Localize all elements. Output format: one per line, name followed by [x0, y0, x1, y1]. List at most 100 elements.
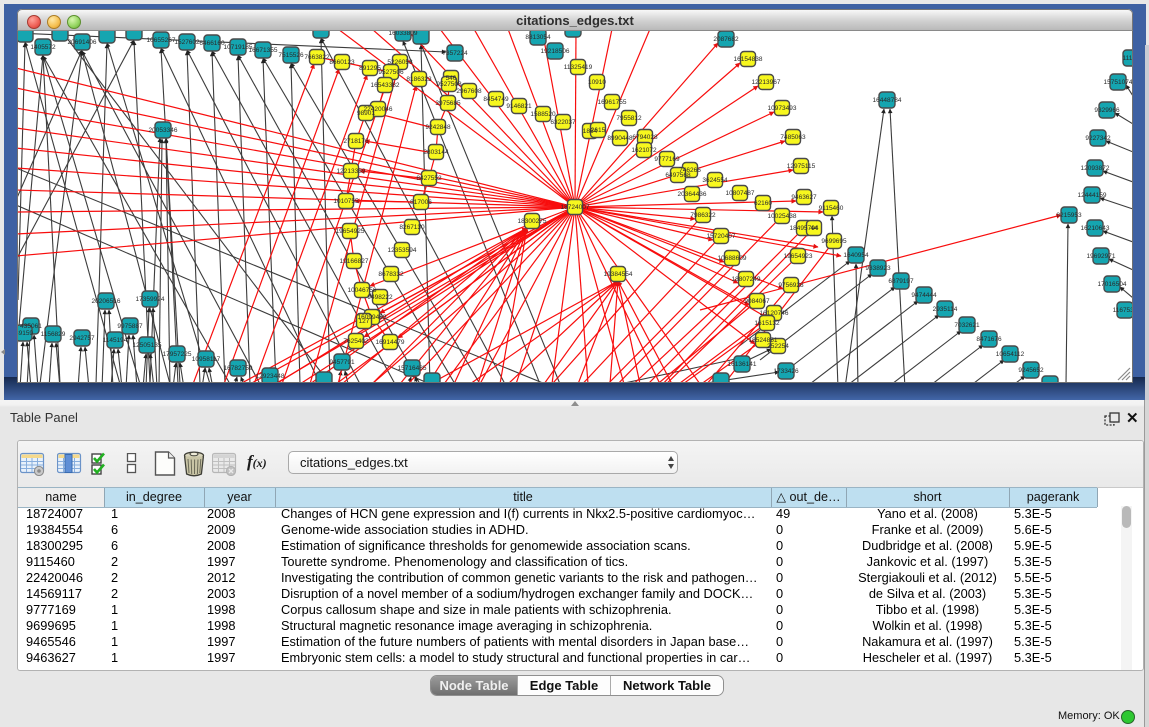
svg-text:8678332: 8678332 [378, 271, 404, 278]
svg-text:17359924: 17359924 [136, 296, 165, 303]
svg-text:9463627: 9463627 [791, 194, 817, 201]
svg-text:2087682: 2087682 [713, 36, 739, 43]
svg-text:7625402: 7625402 [343, 338, 369, 345]
svg-text:20053346: 20053346 [149, 127, 178, 134]
svg-text:19384554: 19384554 [604, 271, 633, 278]
svg-text:17957225: 17957225 [163, 351, 192, 358]
svg-text:12975115: 12975115 [787, 163, 816, 170]
svg-text:1615132: 1615132 [754, 320, 780, 327]
svg-text:9227342: 9227342 [1085, 135, 1111, 142]
svg-text:44: 44 [810, 225, 818, 232]
svg-text:6794028: 6794028 [632, 134, 658, 141]
svg-text:20206516: 20206516 [92, 298, 121, 305]
svg-text:3975685: 3975685 [435, 100, 461, 107]
svg-text:7986322: 7986322 [690, 212, 716, 219]
svg-text:8186323: 8186323 [406, 76, 432, 83]
svg-text:9329966: 9329966 [1094, 107, 1120, 114]
svg-text:12923448: 12923448 [256, 373, 285, 380]
svg-text:6322037: 6322037 [550, 119, 576, 126]
svg-text:127: 127 [359, 318, 370, 325]
svg-text:9457791: 9457791 [329, 359, 355, 366]
svg-text:9777169: 9777169 [654, 156, 680, 163]
svg-text:1621072: 1621072 [631, 147, 657, 154]
svg-text:12213389: 12213389 [337, 168, 366, 175]
svg-text:7955812: 7955812 [616, 115, 642, 122]
svg-text:19218506: 19218506 [541, 48, 570, 55]
svg-text:9756928: 9756928 [778, 282, 804, 289]
svg-text:10807487: 10807487 [726, 190, 755, 197]
svg-text:16448784: 16448784 [873, 97, 902, 104]
svg-text:7357224: 7357224 [442, 50, 468, 57]
svg-text:39159: 39159 [18, 330, 33, 337]
svg-text:1156829: 1156829 [41, 331, 66, 338]
svg-text:1733426: 1733426 [773, 368, 799, 375]
svg-text:9338923: 9338923 [865, 265, 891, 272]
svg-text:2935114: 2935114 [933, 306, 958, 313]
svg-text:20691406: 20691406 [68, 39, 97, 46]
svg-text:12213967: 12213967 [752, 79, 781, 86]
svg-text:10910: 10910 [588, 79, 606, 86]
svg-text:8660123: 8660123 [329, 59, 355, 66]
svg-text:1527602: 1527602 [174, 39, 200, 46]
svg-text:16120746: 16120746 [760, 310, 789, 317]
svg-text:8471676: 8471676 [976, 336, 1002, 343]
svg-text:16154838: 16154838 [734, 56, 763, 63]
svg-text:7485063: 7485063 [780, 134, 806, 141]
svg-text:15720407: 15720407 [707, 233, 736, 240]
svg-text:1588520: 1588520 [530, 111, 556, 118]
svg-text:16033809: 16033809 [389, 31, 418, 37]
svg-text:3624554: 3624554 [702, 177, 728, 184]
svg-text:2942757: 2942757 [69, 335, 95, 342]
svg-text:9245652: 9245652 [1018, 367, 1044, 374]
svg-text:16671355: 16671355 [249, 47, 278, 54]
svg-text:817006: 817006 [410, 199, 432, 206]
svg-text:17016504: 17016504 [1098, 281, 1127, 288]
svg-text:7515526: 7515526 [278, 52, 304, 59]
svg-text:7032621: 7032621 [954, 322, 980, 329]
svg-text:9527508: 9527508 [436, 81, 462, 88]
svg-text:252254: 252254 [767, 343, 789, 350]
svg-text:1145194: 1145194 [103, 337, 128, 344]
svg-text:19654923: 19654923 [784, 253, 813, 260]
svg-text:18724007: 18724007 [561, 204, 590, 211]
svg-text:9146821: 9146821 [506, 103, 532, 110]
svg-text:1640954: 1640954 [843, 252, 869, 259]
svg-text:8813054: 8813054 [525, 34, 551, 41]
svg-text:15716485: 15716485 [398, 365, 427, 372]
svg-text:10654112: 10654112 [996, 351, 1025, 358]
svg-text:8267130: 8267130 [399, 224, 425, 231]
svg-text:9115460: 9115460 [819, 205, 844, 212]
svg-text:9527506: 9527506 [378, 69, 404, 76]
svg-text:16782759: 16782759 [224, 365, 253, 372]
svg-text:1010755: 1010755 [333, 198, 359, 205]
svg-text:12444159: 12444159 [1078, 192, 1107, 199]
svg-text:2803144: 2803144 [423, 149, 449, 156]
svg-text:9975887: 9975887 [117, 323, 143, 330]
svg-text:10655267: 10655267 [147, 37, 176, 44]
svg-text:9498222: 9498222 [367, 294, 393, 301]
svg-text:20364436: 20364436 [678, 191, 707, 198]
svg-text:9242848: 9242848 [425, 124, 451, 131]
svg-text:11325419: 11325419 [564, 64, 593, 71]
svg-text:62160: 62160 [754, 200, 772, 207]
svg-text:1405572: 1405572 [30, 44, 56, 51]
svg-text:16961755: 16961755 [598, 99, 627, 106]
svg-text:16543382: 16543382 [371, 82, 400, 89]
svg-text:18807249: 18807249 [732, 276, 761, 283]
svg-text:6466160: 6466160 [199, 40, 225, 47]
svg-text:8427552: 8427552 [416, 175, 442, 182]
svg-text:2615: 2615 [591, 127, 606, 134]
svg-text:16914479: 16914479 [376, 339, 405, 346]
svg-text:8215953: 8215953 [1056, 212, 1082, 219]
svg-text:10958117: 10958117 [192, 356, 221, 363]
svg-text:9474444: 9474444 [911, 292, 937, 299]
svg-text:19692971: 19692971 [1087, 253, 1116, 260]
svg-text:10025438: 10025438 [768, 213, 797, 220]
svg-text:9084067: 9084067 [744, 298, 770, 305]
svg-text:98901: 98901 [357, 110, 375, 117]
svg-text:10688609: 10688609 [718, 255, 747, 262]
svg-text:19654925: 19654925 [336, 228, 365, 235]
svg-text:12353594: 12353594 [388, 247, 417, 254]
svg-text:10046756: 10046756 [348, 287, 377, 294]
svg-text:2718176: 2718176 [343, 138, 369, 145]
